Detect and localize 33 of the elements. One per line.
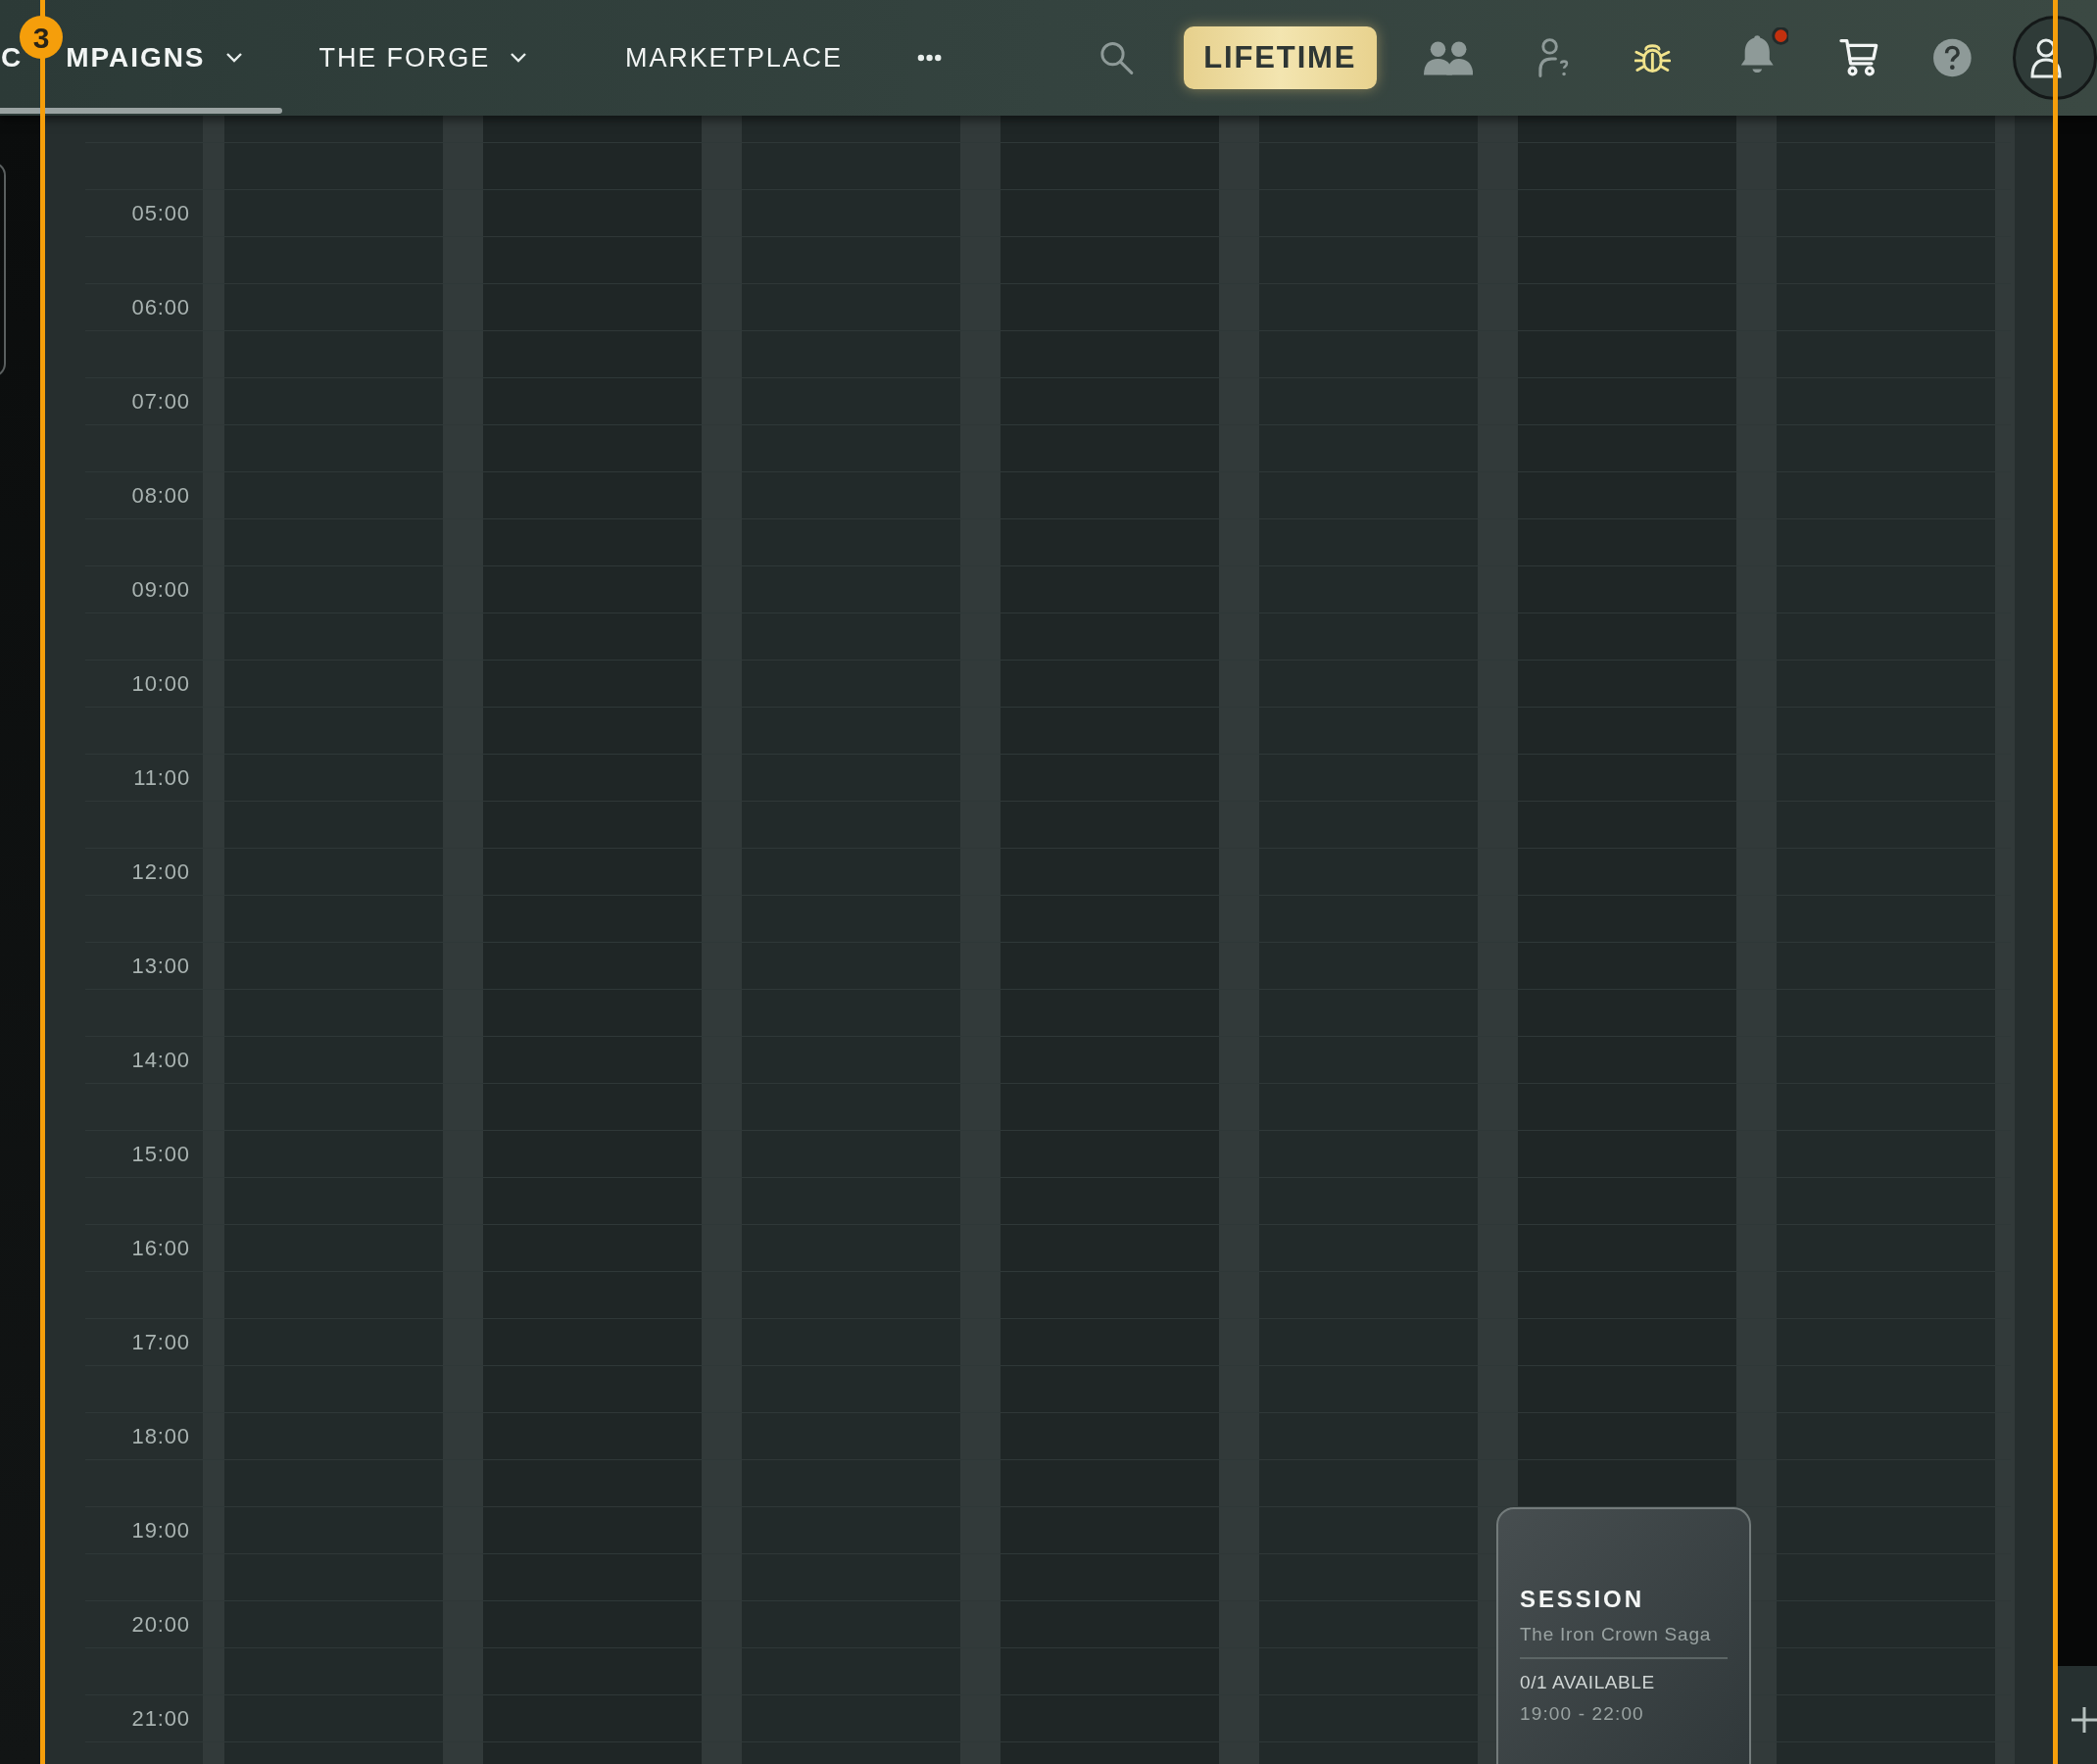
search-icon[interactable] <box>1098 39 1135 76</box>
person-icon <box>2029 37 2063 78</box>
campaign-name: The Iron Crown Saga <box>1520 1621 1728 1659</box>
time-label: 21:00 <box>130 1705 190 1733</box>
time-label: 09:00 <box>130 576 190 604</box>
time-label: 05:00 <box>130 200 190 227</box>
time-label: 11:00 <box>132 764 190 792</box>
more-icon[interactable] <box>916 54 942 62</box>
time-label: 15:00 <box>130 1141 190 1168</box>
nav-tab[interactable]: MARKETPLACE <box>566 0 882 116</box>
time-label: 14:00 <box>130 1047 190 1074</box>
nav-tab[interactable]: THE FORGE <box>281 0 567 116</box>
time-label: 06:00 <box>130 294 190 321</box>
people-icon[interactable] <box>1423 40 1474 75</box>
time-label: 08:00 <box>130 482 190 510</box>
availability-text: 0/1 AVAILABLE <box>1520 1670 1656 1694</box>
time-label: 19:00 <box>130 1517 190 1544</box>
cart-icon[interactable] <box>1838 37 1879 78</box>
time-label: 07:00 <box>130 388 190 416</box>
session-card[interactable]: SESSION The Iron Crown Saga 0/1 AVAILABLE 19:00 - 22:00 <box>1496 1507 1751 1764</box>
time-label: 10:00 <box>130 670 190 698</box>
time-label: 12:00 <box>130 858 190 886</box>
plus-icon <box>2070 1705 2097 1735</box>
time-label: 13:00 <box>130 953 190 980</box>
help-icon[interactable] <box>1933 38 1972 77</box>
time-label: 16:00 <box>130 1235 190 1262</box>
time-label: 18:00 <box>130 1423 190 1450</box>
event-title: SESSION <box>1520 1585 1645 1614</box>
add-panel[interactable] <box>2058 1666 2097 1764</box>
time-label: 17:00 <box>130 1329 190 1356</box>
lifetime-button[interactable]: LIFETIME <box>1183 26 1377 89</box>
event-time: 19:00 - 22:00 <box>1520 1702 1645 1726</box>
time-label: 20:00 <box>130 1611 190 1639</box>
